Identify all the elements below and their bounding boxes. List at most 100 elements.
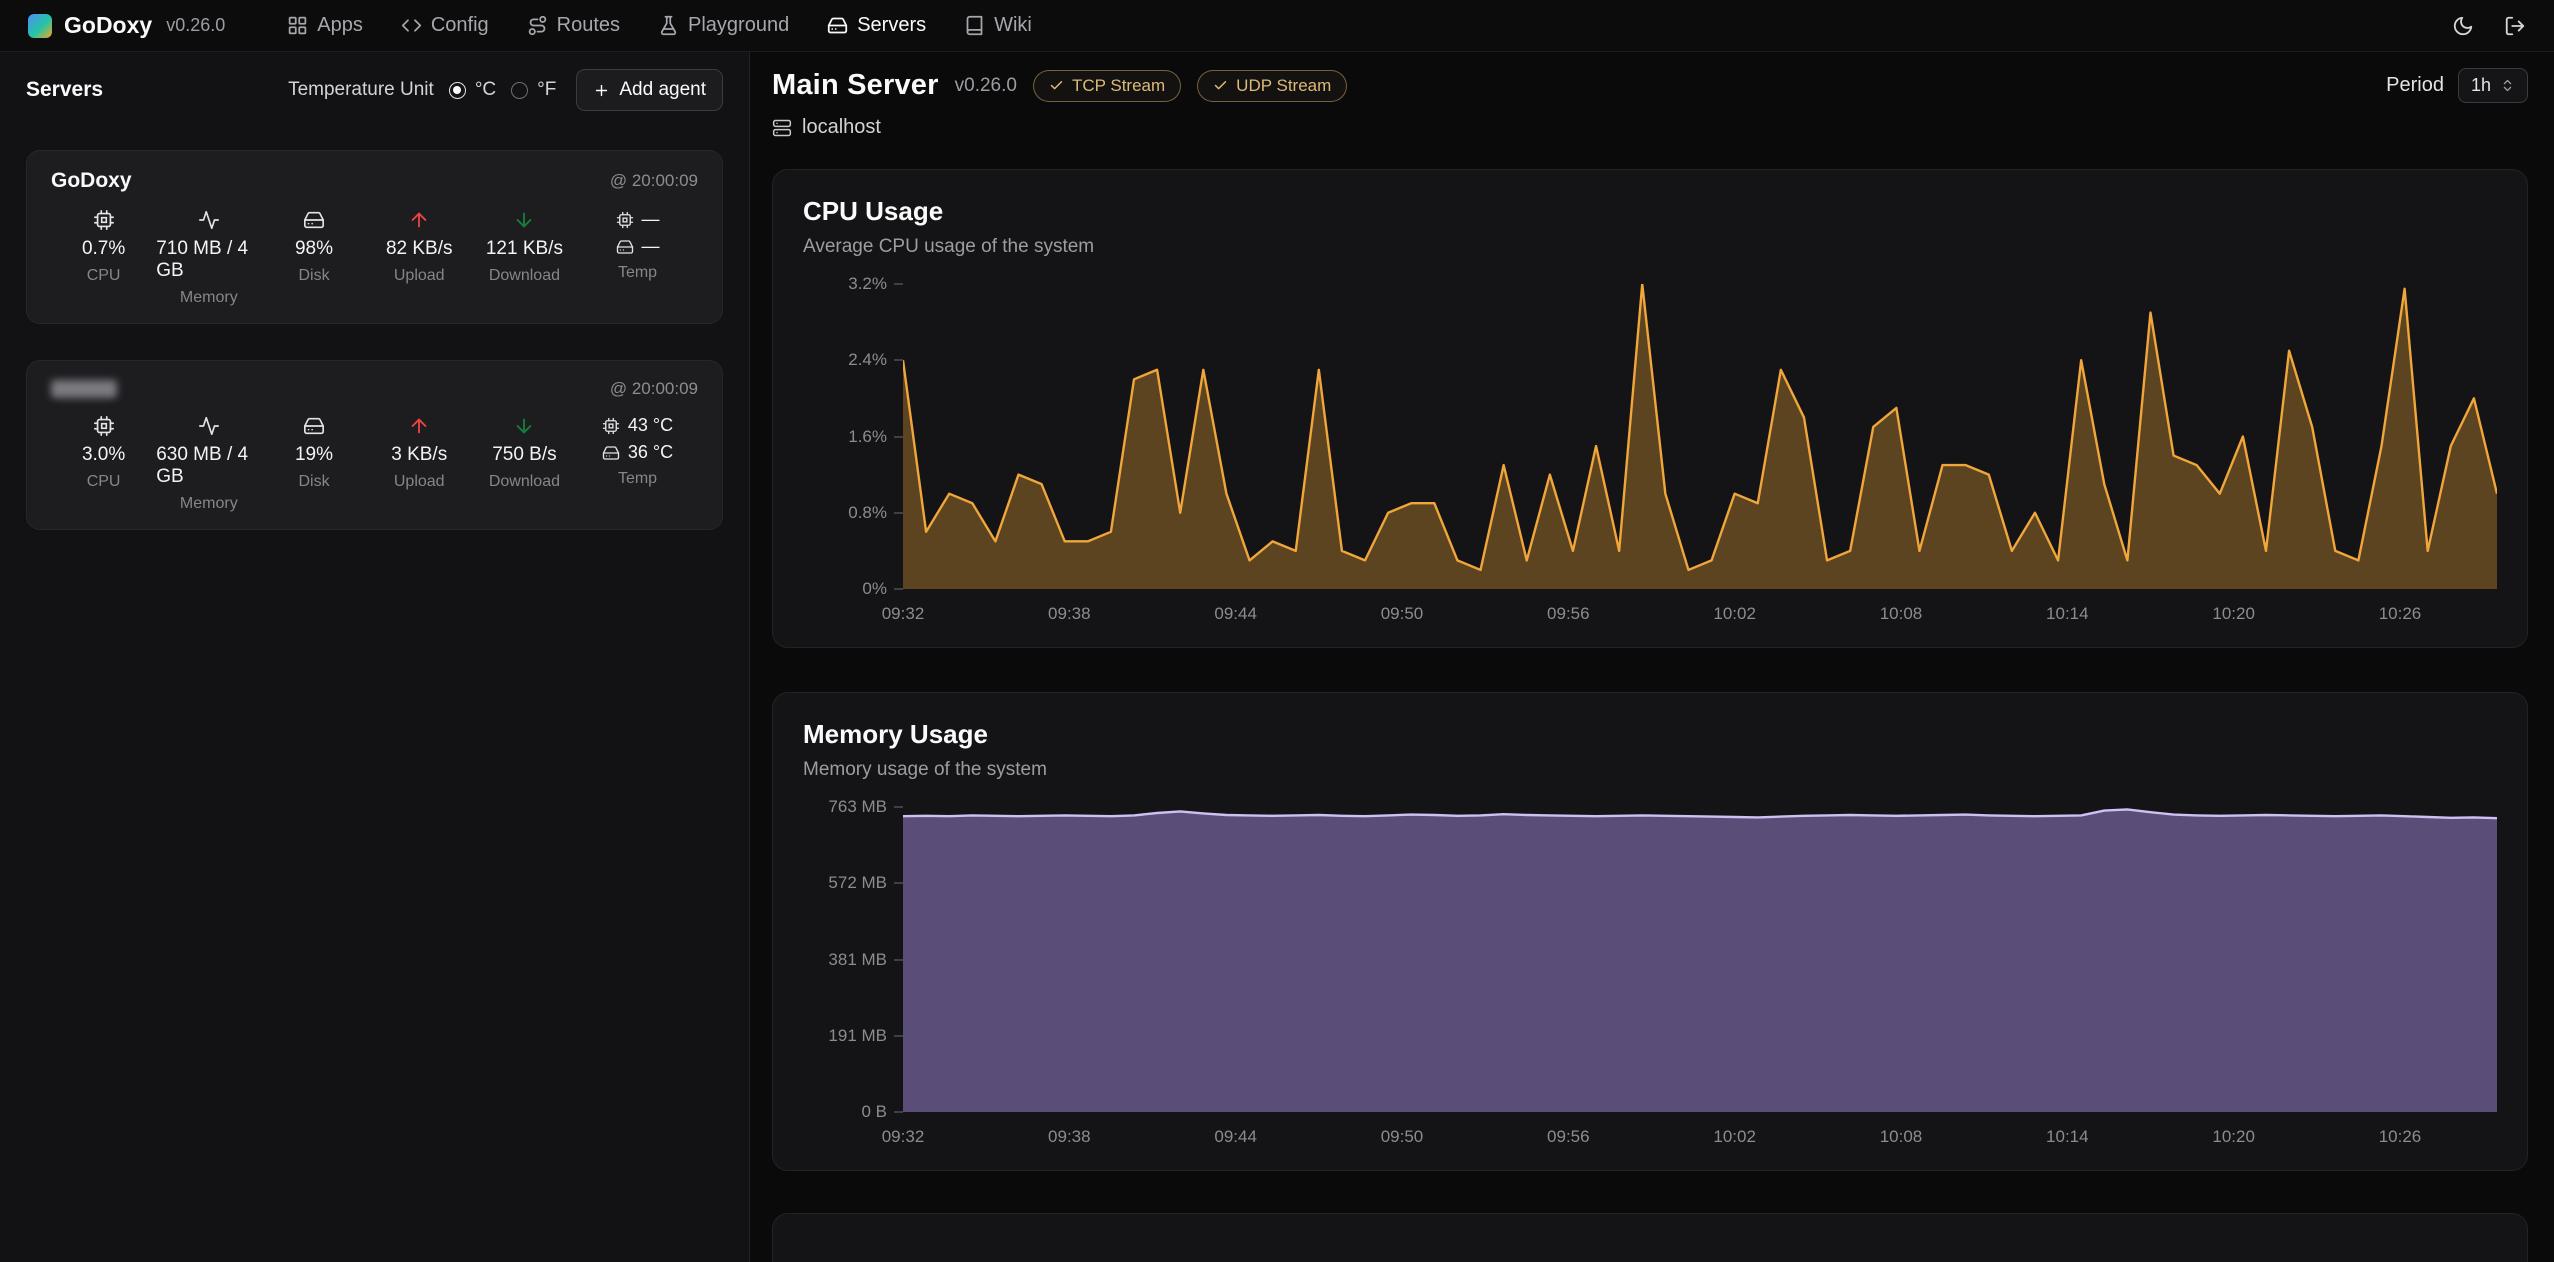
download-value: 750 B/s	[492, 444, 556, 466]
period-value: 1h	[2471, 75, 2491, 96]
stat-disk: 98% Disk	[261, 209, 366, 307]
grid-icon	[287, 15, 308, 36]
arrow-up-icon	[408, 415, 430, 437]
servers-sidebar: Servers Temperature Unit °C °F Add agent	[0, 52, 750, 1262]
logout-icon[interactable]	[2504, 15, 2526, 37]
flask-icon	[658, 15, 679, 36]
add-agent-button[interactable]: Add agent	[576, 69, 723, 111]
check-icon	[1049, 78, 1064, 93]
theme-toggle-moon-icon[interactable]	[2452, 15, 2474, 37]
stat-cpu: 3.0% CPU	[51, 415, 156, 513]
server-stats: 3.0% CPU 630 MB / 4 GB Memory 19% Disk 3…	[51, 415, 698, 513]
stat-download: 750 B/s Download	[472, 415, 577, 513]
cpu-temp-value: —	[642, 209, 660, 230]
cpu-value: 3.0%	[82, 444, 125, 466]
navbar-actions	[2452, 15, 2526, 37]
stat-upload: 3 KB/s Upload	[367, 415, 472, 513]
radio-fahrenheit[interactable]: °F	[511, 79, 556, 101]
server-stats: 0.7% CPU 710 MB / 4 GB Memory 98% Disk 8…	[51, 209, 698, 307]
server-card-godoxy[interactable]: GoDoxy @ 20:00:09 0.7% CPU 710 MB / 4 GB…	[26, 150, 723, 324]
hard-drive-icon	[827, 15, 848, 36]
activity-icon	[198, 209, 220, 231]
plus-icon	[593, 82, 610, 99]
server-timestamp: @ 20:00:09	[610, 379, 698, 399]
main-nav: Apps Config Routes Playground Servers Wi…	[287, 14, 1032, 37]
disk-value: 98%	[295, 238, 333, 260]
cpu-icon	[93, 209, 115, 231]
godoxy-logo-icon	[28, 14, 52, 38]
page-title: Main Server	[772, 69, 939, 102]
memory-usage-card: Memory Usage Memory usage of the system …	[772, 692, 2528, 1171]
activity-icon	[198, 415, 220, 437]
server-timestamp: @ 20:00:09	[610, 171, 698, 191]
nav-item-label: Config	[431, 14, 489, 37]
nav-item-config[interactable]: Config	[401, 14, 489, 37]
server-name-redacted	[51, 380, 117, 398]
check-icon	[1213, 78, 1228, 93]
nav-item-wiki[interactable]: Wiki	[964, 14, 1032, 37]
host-row: localhost	[772, 116, 2528, 139]
top-navbar: GoDoxy v0.26.0 Apps Config Routes Playgr…	[0, 0, 2554, 52]
temp-label: Temp	[618, 470, 657, 488]
cpu-usage-card: CPU Usage Average CPU usage of the syste…	[772, 169, 2528, 648]
cpu-label: CPU	[87, 267, 121, 285]
stat-temp: — — Temp	[577, 209, 698, 307]
y-axis: 3.2%2.4%1.6%0.8%0%	[803, 284, 903, 589]
chart-subtitle: Average CPU usage of the system	[803, 236, 2497, 258]
stat-memory: 710 MB / 4 GB Memory	[156, 209, 261, 307]
period-label: Period	[2386, 74, 2444, 97]
y-axis: 763 MB572 MB381 MB191 MB0 B	[803, 807, 903, 1112]
memory-label: Memory	[180, 495, 238, 513]
badge-label: TCP Stream	[1072, 76, 1165, 96]
brand-version: v0.26.0	[166, 15, 225, 36]
udp-stream-badge: UDP Stream	[1197, 70, 1347, 102]
temp-label: Temp	[618, 264, 657, 282]
stat-cpu: 0.7% CPU	[51, 209, 156, 307]
tcp-stream-badge: TCP Stream	[1033, 70, 1181, 102]
radio-fahrenheit-control[interactable]	[511, 82, 528, 99]
memory-value: 630 MB / 4 GB	[156, 444, 261, 488]
area-chart	[903, 284, 2497, 589]
chart-title: CPU Usage	[803, 196, 2497, 227]
memory-value: 710 MB / 4 GB	[156, 238, 261, 282]
x-axis: 09:3209:3809:4409:5009:5610:0210:0810:14…	[903, 1112, 2497, 1152]
stat-download: 121 KB/s Download	[472, 209, 577, 307]
radio-celsius[interactable]: °C	[449, 79, 496, 101]
nav-item-label: Servers	[857, 14, 926, 37]
nav-item-playground[interactable]: Playground	[658, 14, 789, 37]
cpu-usage-chart: 3.2%2.4%1.6%0.8%0% 09:3209:3809:4409:500…	[803, 284, 2497, 633]
brand: GoDoxy v0.26.0	[28, 12, 225, 39]
x-axis: 09:3209:3809:4409:5009:5610:0210:0810:14…	[903, 589, 2497, 629]
code-icon	[401, 15, 422, 36]
radio-fahrenheit-label: °F	[537, 79, 556, 101]
period-select[interactable]: 1h	[2458, 68, 2528, 103]
cpu-temp-value: 43 °C	[628, 415, 673, 436]
book-icon	[964, 15, 985, 36]
cpu-temp-row: —	[616, 209, 660, 230]
sidebar-title: Servers	[26, 78, 103, 102]
stat-temp: 43 °C 36 °C Temp	[577, 415, 698, 513]
arrow-down-icon	[513, 209, 535, 231]
download-label: Download	[489, 473, 560, 491]
nav-item-servers[interactable]: Servers	[827, 14, 926, 37]
temperature-unit-label: Temperature Unit	[288, 79, 434, 101]
chart-plot: 09:3209:3809:4409:5009:5610:0210:0810:14…	[903, 284, 2497, 589]
disk-value: 19%	[295, 444, 333, 466]
stat-disk: 19% Disk	[261, 415, 366, 513]
hard-drive-icon	[616, 238, 634, 256]
nav-item-label: Wiki	[994, 14, 1032, 37]
nav-item-routes[interactable]: Routes	[527, 14, 620, 37]
nav-item-apps[interactable]: Apps	[287, 14, 363, 37]
disk-temp-row: —	[616, 236, 660, 257]
download-label: Download	[489, 267, 560, 285]
cpu-icon	[602, 417, 620, 435]
cpu-label: CPU	[87, 473, 121, 491]
disk-label: Disk	[298, 267, 329, 285]
radio-celsius-control[interactable]	[449, 82, 466, 99]
download-value: 121 KB/s	[486, 238, 563, 260]
server-card-agent[interactable]: @ 20:00:09 3.0% CPU 630 MB / 4 GB Memory…	[26, 360, 723, 530]
host-name: localhost	[802, 116, 881, 139]
stat-memory: 630 MB / 4 GB Memory	[156, 415, 261, 513]
disk-temp-value: —	[642, 236, 660, 257]
server-icon	[772, 118, 792, 138]
